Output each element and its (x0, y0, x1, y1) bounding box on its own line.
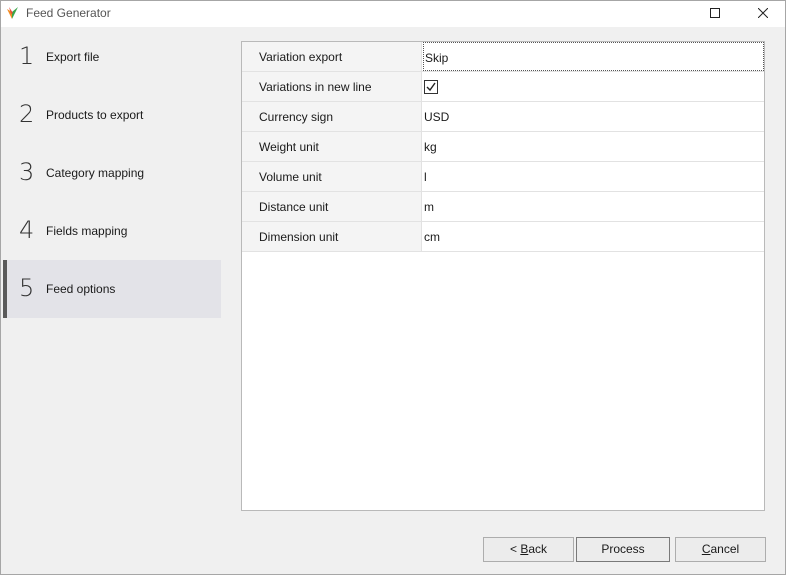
step-label: Feed options (46, 282, 116, 296)
back-button-label: ack (528, 542, 548, 556)
close-window-button[interactable] (741, 1, 785, 27)
option-name: Variation export (259, 50, 343, 64)
maximize-button[interactable] (693, 1, 737, 27)
maximize-icon (710, 7, 720, 21)
option-name-cell: Currency sign (242, 102, 422, 131)
weight-unit-field[interactable]: kg (423, 132, 764, 161)
step-products-to-export[interactable]: 2 Products to export (3, 86, 221, 144)
option-row-weight-unit: Weight unit kg (242, 132, 764, 162)
option-name: Currency sign (259, 110, 334, 124)
checkmark-icon (426, 82, 436, 92)
step-number: 1 (19, 42, 35, 70)
step-fields-mapping[interactable]: 4 Fields mapping (3, 202, 221, 260)
step-label: Category mapping (46, 166, 145, 180)
cancel-button[interactable]: Cancel (675, 537, 766, 562)
option-row-variation-export: Variation export Skip (242, 42, 764, 72)
close-icon (757, 7, 769, 21)
option-row-distance-unit: Distance unit m (242, 192, 764, 222)
active-step-indicator (3, 260, 7, 318)
feed-generator-window: Feed Generator 1 Export file 2 Products … (0, 0, 786, 575)
option-name-cell: Variation export (242, 42, 422, 71)
wizard-step-list: 1 Export file 2 Products to export 3 Cat… (1, 28, 221, 574)
step-category-mapping[interactable]: 3 Category mapping (3, 144, 221, 202)
step-label: Fields mapping (46, 224, 128, 238)
option-value: m (424, 200, 434, 214)
options-property-grid: Variation export Skip Variations in new … (241, 41, 765, 511)
step-label: Export file (46, 50, 100, 64)
option-value: USD (424, 110, 450, 124)
volume-unit-field[interactable]: l (423, 162, 764, 191)
currency-sign-field[interactable]: USD (423, 102, 764, 131)
dimension-unit-field[interactable]: cm (423, 222, 764, 251)
cancel-button-label: ancel (710, 542, 740, 556)
option-name-cell: Variations in new line (242, 72, 422, 101)
option-name: Distance unit (259, 200, 329, 214)
step-number: 2 (19, 100, 35, 128)
option-name-cell: Distance unit (242, 192, 422, 221)
step-number: 3 (19, 158, 35, 186)
option-row-volume-unit: Volume unit l (242, 162, 764, 192)
option-name: Variations in new line (259, 80, 372, 94)
feed-options-panel: Variation export Skip Variations in new … (221, 28, 785, 574)
option-name-cell: Dimension unit (242, 222, 422, 251)
option-value: kg (424, 140, 437, 154)
process-button[interactable]: Process (576, 537, 670, 562)
step-number: 4 (19, 216, 35, 244)
option-value: cm (424, 230, 440, 244)
option-value: l (424, 170, 427, 184)
option-name: Volume unit (259, 170, 322, 184)
title-bar: Feed Generator (1, 1, 785, 27)
app-logo-icon (6, 6, 20, 20)
back-button-prefix: < (509, 542, 521, 556)
option-value: Skip (425, 51, 449, 65)
variation-export-select[interactable]: Skip (423, 42, 764, 71)
option-name: Weight unit (259, 140, 319, 154)
distance-unit-field[interactable]: m (423, 192, 764, 221)
option-name: Dimension unit (259, 230, 339, 244)
step-label: Products to export (46, 108, 144, 122)
step-number: 5 (19, 274, 35, 302)
option-value-cell (423, 72, 764, 101)
option-name-cell: Volume unit (242, 162, 422, 191)
option-row-currency-sign: Currency sign USD (242, 102, 764, 132)
back-button[interactable]: < Back (483, 537, 574, 562)
window-title: Feed Generator (26, 6, 111, 20)
option-name-cell: Weight unit (242, 132, 422, 161)
step-feed-options[interactable]: 5 Feed options (3, 260, 221, 318)
variations-new-line-checkbox[interactable] (424, 80, 438, 94)
option-row-variations-new-line: Variations in new line (242, 72, 764, 102)
option-row-dimension-unit: Dimension unit cm (242, 222, 764, 252)
step-export-file[interactable]: 1 Export file (3, 28, 221, 86)
